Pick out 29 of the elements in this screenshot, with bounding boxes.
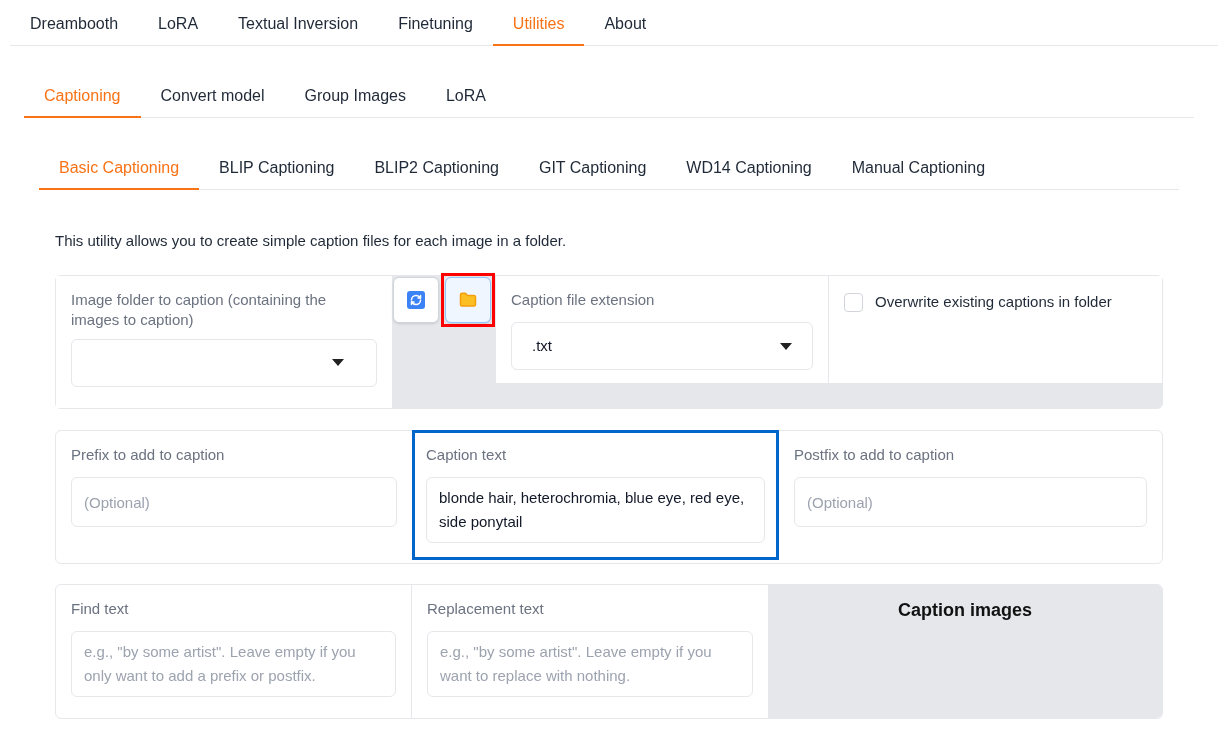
caption-text-input[interactable]: blonde hair, heterochromia, blue eye, red eye, side ponytail (426, 477, 765, 544)
tab[interactable]: BLIP2 Captioning (354, 148, 519, 190)
field-label: Caption text (426, 444, 508, 465)
prefix-input[interactable]: (Optional) (71, 477, 397, 528)
extension-dropdown[interactable]: .txt (511, 322, 813, 371)
tab[interactable]: LoRA (425, 76, 506, 118)
tab[interactable]: Group Images (284, 76, 426, 118)
caption-images-button[interactable]: Caption images (768, 584, 1162, 718)
postfix-input[interactable]: (Optional) (794, 477, 1147, 528)
find-text-input[interactable]: e.g., "by some artist". Leave empty if you only want to add a prefix or postfix. (71, 631, 396, 698)
field-label: Find text (71, 598, 130, 619)
field-label: Image folder to caption (containing the images to caption) (71, 289, 328, 331)
field-label: Prefix to add to caption (71, 444, 226, 465)
tab[interactable]: LoRA (138, 4, 219, 46)
tab[interactable]: GIT Captioning (518, 148, 667, 190)
tab[interactable]: Convert model (140, 76, 285, 118)
tab[interactable]: Finetuning (378, 4, 493, 46)
tab[interactable]: Manual Captioning (831, 148, 1006, 190)
tab[interactable]: WD14 Captioning (666, 148, 832, 190)
tab[interactable]: About (584, 4, 667, 46)
field-label: Replacement text (427, 598, 545, 619)
tab[interactable]: Textual Inversion (218, 4, 379, 46)
checkbox-label: Overwrite existing captions in folder (875, 291, 1112, 312)
description-text: This utility allows you to create simple caption files for each image in a folder. (55, 231, 568, 251)
tab[interactable]: BLIP Captioning (199, 148, 355, 190)
replacement-text-input[interactable]: e.g., "by some artist". Leave empty if you want to replace with nothing. (427, 631, 753, 698)
field-label: Caption file extension (511, 289, 656, 310)
tab[interactable]: Dreambooth (10, 4, 139, 46)
field-label: Postfix to add to caption (794, 444, 956, 465)
